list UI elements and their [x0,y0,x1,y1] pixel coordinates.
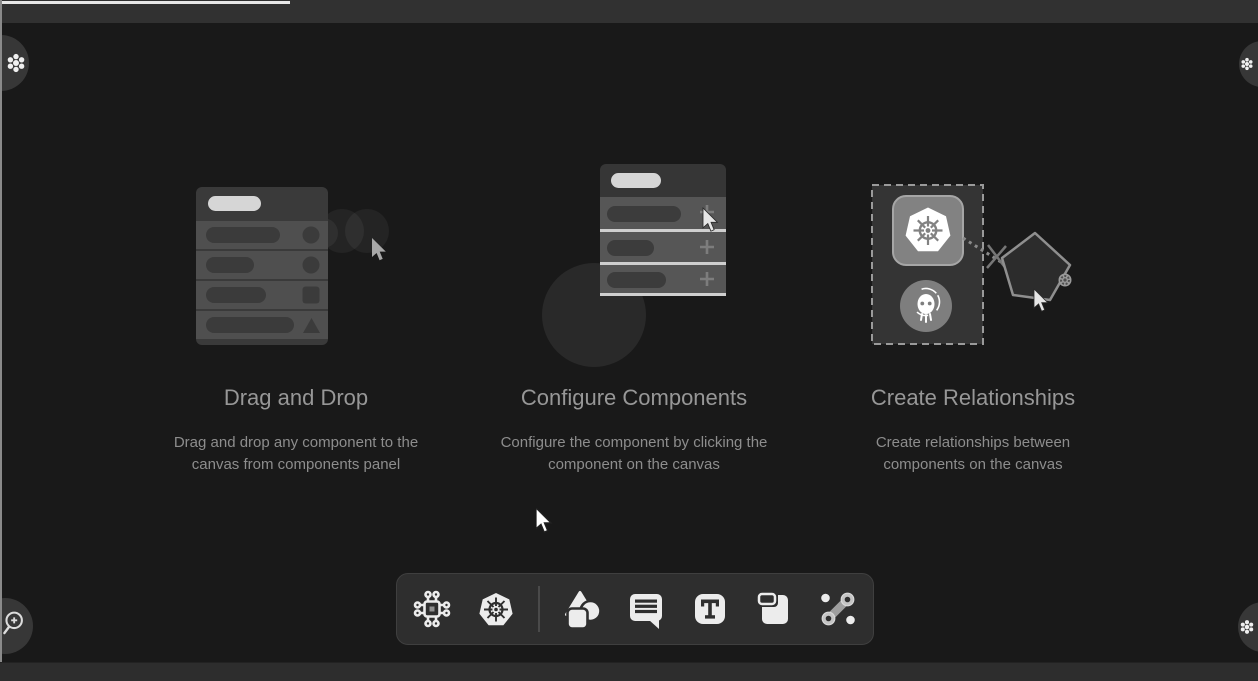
create-relationships-illustration [860,175,1090,355]
kubernetes-icon [474,587,518,631]
card-description: Drag and drop any component to the canva… [156,432,436,476]
note-icon [752,587,796,631]
pentagon-shape [1002,233,1070,300]
bottom-bar [0,662,1258,681]
relationship-tool-button[interactable] [816,587,860,631]
canvas-toolbar [396,573,874,645]
meshery-node [900,280,952,332]
card-create-relationships: Create Relationships Create relationship… [843,385,1103,476]
kubernetes-node [893,196,963,265]
drag-and-drop-illustration [176,172,416,357]
comment-tool-button[interactable] [624,587,668,631]
component-list-panel [600,164,726,296]
gear-handle-icon [1059,274,1072,287]
text-tool-button[interactable] [688,587,732,631]
shapes-icon [560,587,604,631]
components-panel [196,187,328,345]
top-bar [0,0,1258,23]
note-tool-button[interactable] [752,587,796,631]
flower-icon [4,51,28,75]
components-tool-button[interactable] [410,587,454,631]
components-icon [410,587,454,631]
mouse-cursor [536,508,556,535]
toolbar-divider [538,586,540,632]
search-pill [208,196,261,211]
flower-icon [1239,52,1255,76]
relationship-icon [816,587,860,631]
search-pill [611,173,661,188]
dock-bottom-left-button[interactable] [0,598,33,654]
zoom-in-icon [1,606,33,646]
left-edge-line [0,0,2,662]
card-title: Drag and Drop [146,385,446,411]
card-description: Create relationships between components … [858,432,1088,476]
configure-components-illustration [535,160,735,370]
loading-progress-bar [0,1,290,4]
shapes-tool-button[interactable] [560,587,604,631]
flower-icon [1238,615,1256,639]
kubernetes-tool-button[interactable] [474,587,518,631]
comment-icon [624,587,668,631]
card-drag-and-drop: Drag and Drop Drag and drop any componen… [146,385,446,476]
card-description: Configure the component by clicking the … [474,432,794,476]
card-title: Create Relationships [843,385,1103,411]
card-configure-components: Configure Components Configure the compo… [474,385,794,476]
card-title: Configure Components [474,385,794,411]
text-icon [688,587,732,631]
